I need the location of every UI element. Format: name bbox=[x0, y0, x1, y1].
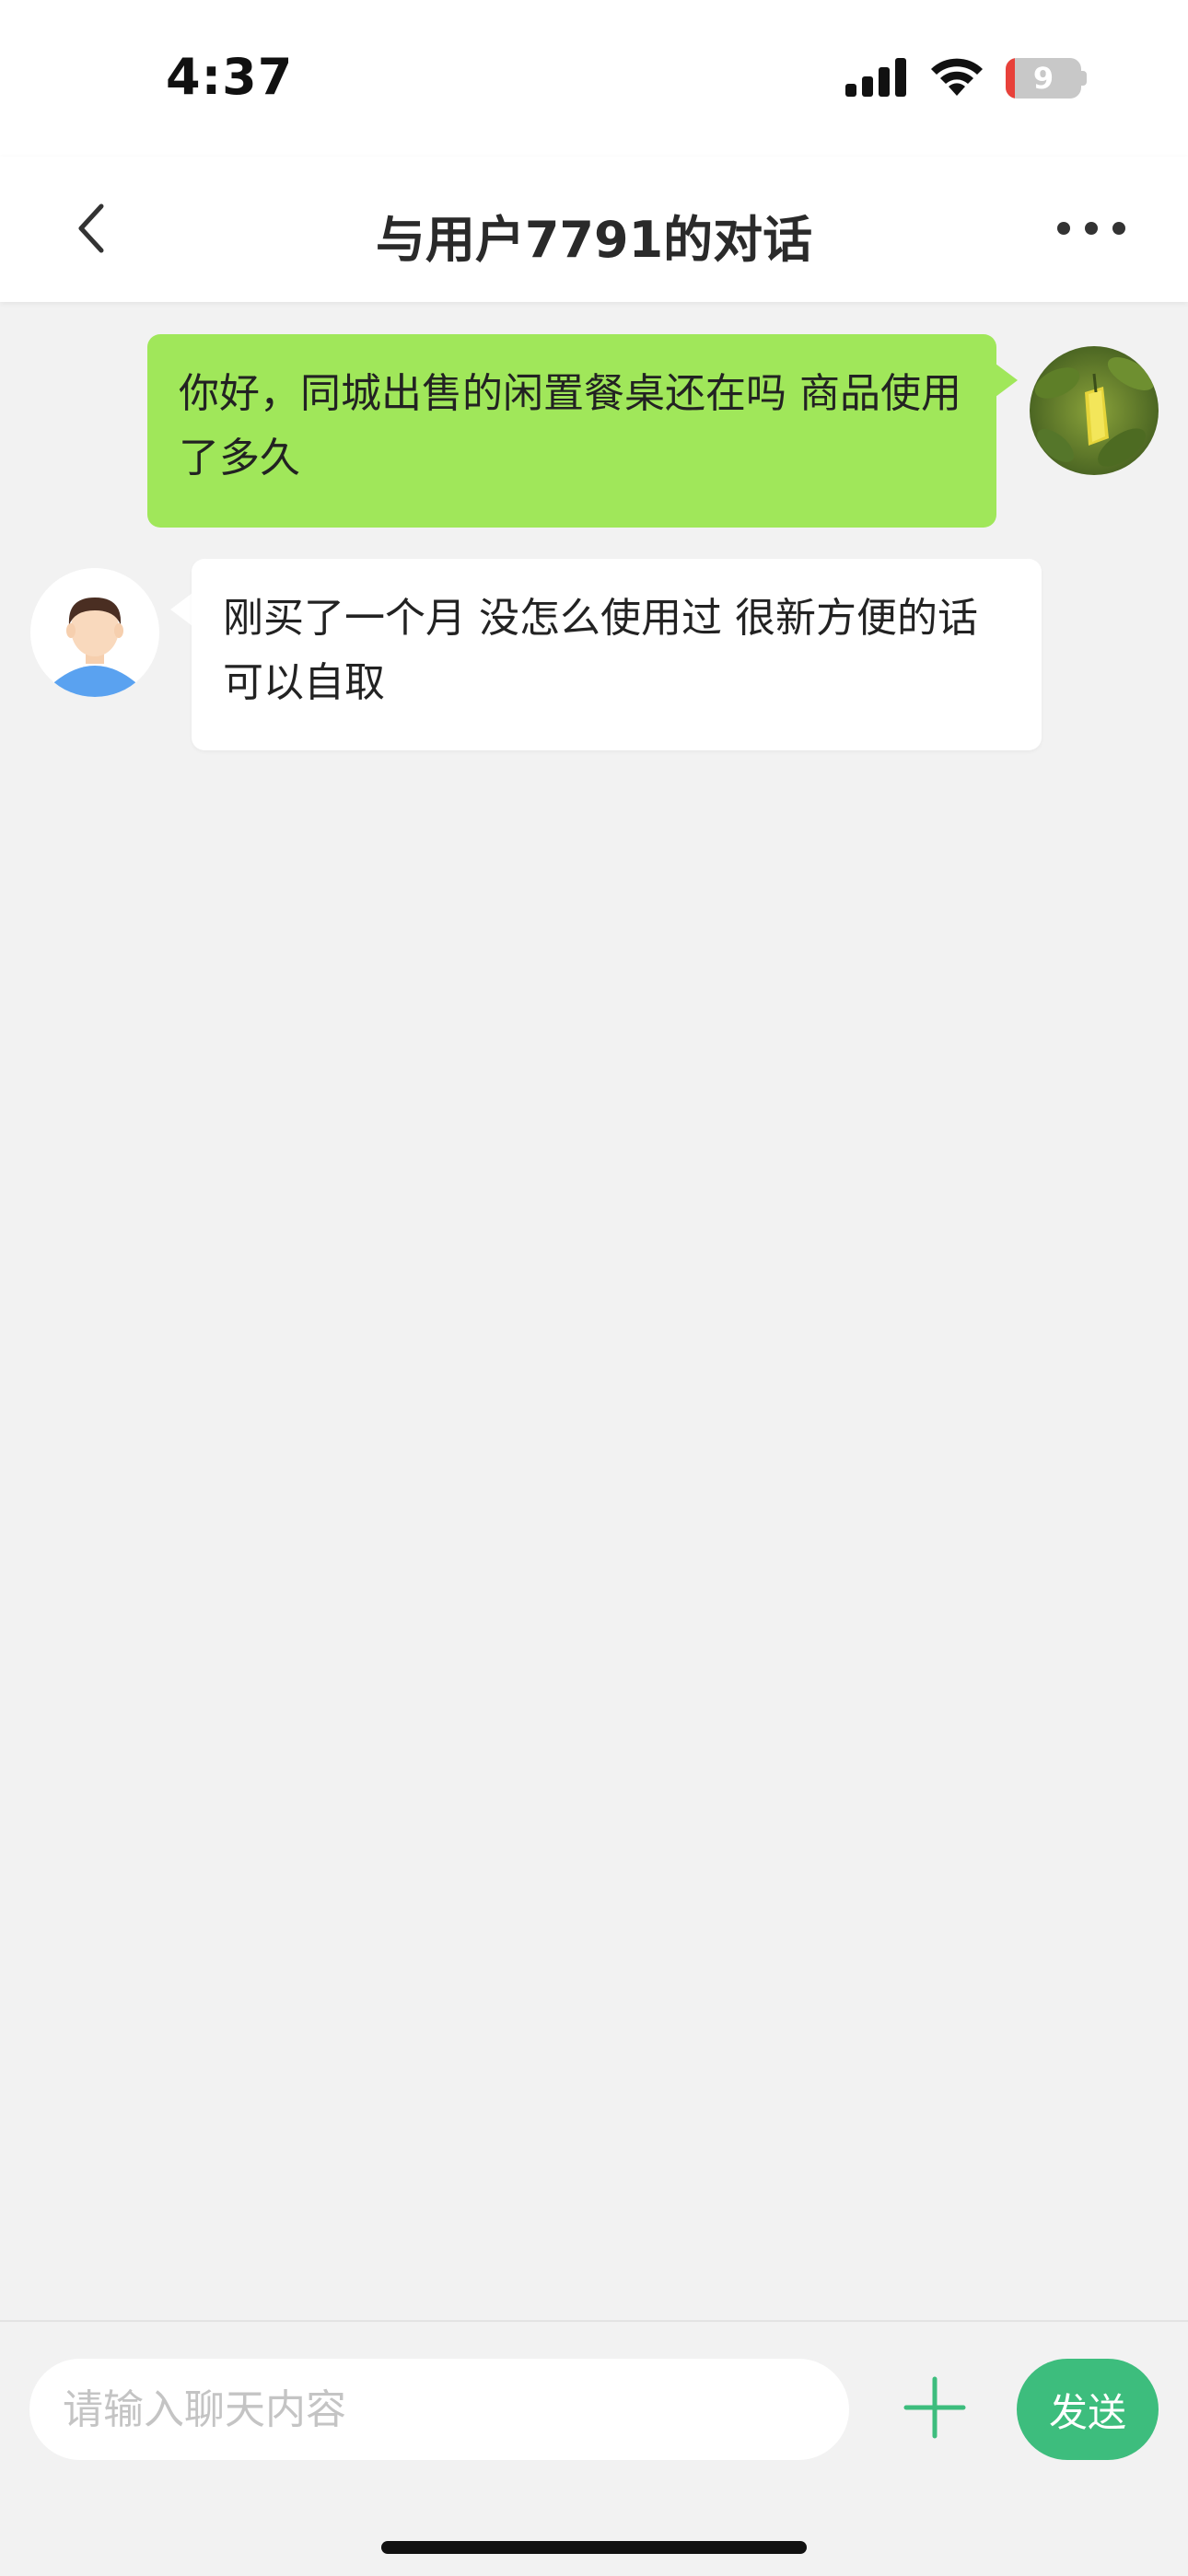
cellular-signal-icon bbox=[845, 56, 908, 100]
more-dots-icon bbox=[1054, 219, 1128, 241]
status-time: 4:37 bbox=[166, 48, 294, 106]
battery-level: 9 bbox=[1032, 61, 1054, 96]
avatar-contact[interactable] bbox=[30, 568, 159, 697]
message-bubble[interactable]: 刚买了一个月 没怎么使用过 很新方便的话可以自取 bbox=[192, 559, 1042, 750]
status-bar: 4:37 9 bbox=[0, 0, 1188, 157]
message-text: 你好，同城出售的闲置餐桌还在吗 商品使用了多久 bbox=[179, 370, 961, 482]
page-title: 与用户7791的对话 bbox=[375, 211, 813, 269]
battery-icon: 9 bbox=[1006, 58, 1087, 99]
nav-bar: 与用户7791的对话 bbox=[0, 157, 1188, 302]
chat-input[interactable] bbox=[29, 2359, 849, 2460]
message-text: 刚买了一个月 没怎么使用过 很新方便的话可以自取 bbox=[223, 595, 978, 706]
plus-icon bbox=[903, 2375, 967, 2443]
wifi-icon bbox=[928, 55, 985, 101]
message-bubble[interactable]: 你好，同城出售的闲置餐桌还在吗 商品使用了多久 bbox=[147, 334, 996, 528]
status-icons: 9 bbox=[845, 55, 1087, 101]
bubble-tail bbox=[996, 364, 1018, 397]
bubble-tail bbox=[170, 593, 192, 626]
home-indicator[interactable] bbox=[381, 2541, 807, 2554]
more-button[interactable] bbox=[1041, 193, 1142, 267]
add-attachment-button[interactable] bbox=[884, 2359, 985, 2460]
composer-bar: 发送 bbox=[0, 2320, 1188, 2576]
avatar-self[interactable] bbox=[1030, 346, 1159, 475]
send-button[interactable]: 发送 bbox=[1017, 2359, 1159, 2460]
